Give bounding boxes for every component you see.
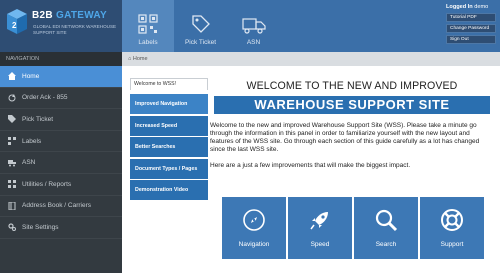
cube-logo-icon: 2 xyxy=(7,9,27,34)
sidebar-item-pick-ticket[interactable]: Pick Ticket xyxy=(0,109,122,131)
sidebar-item-label: ASN xyxy=(22,159,36,167)
home-icon xyxy=(8,72,16,81)
sidebar-item-label: Pick Ticket xyxy=(22,115,54,123)
sidebar-item-label: Home xyxy=(22,72,40,80)
tag-icon xyxy=(191,15,210,33)
breadcrumb: ⌂ Home xyxy=(122,52,500,66)
sidebar: NAVIGATION Home Order Ack - 855 Pick Tic… xyxy=(0,52,122,273)
username: demo xyxy=(474,4,489,10)
tile-support-label: Support xyxy=(440,241,464,248)
topnav-asn[interactable]: ASN xyxy=(227,0,280,52)
tile-support[interactable]: Support xyxy=(420,197,484,259)
sidebar-item-labels[interactable]: Labels xyxy=(0,131,122,153)
feature-tiles: Navigation Speed Search Support xyxy=(222,197,484,259)
sidebar-item-asn[interactable]: ASN xyxy=(0,152,122,174)
search-icon xyxy=(375,209,398,232)
welcome-main: WELCOME TO THE NEW AND IMPROVED WAREHOUS… xyxy=(210,80,494,170)
truck-icon xyxy=(241,18,266,34)
sidebar-item-label: Order Ack - 855 xyxy=(22,94,68,102)
welcome-heading: WELCOME TO THE NEW AND IMPROVED xyxy=(246,80,458,92)
topnav-labels-label: Labels xyxy=(138,39,158,46)
topnav-asn-label: ASN xyxy=(246,39,261,46)
tab-improved-navigation[interactable]: Improved Navigation xyxy=(130,94,208,114)
sidebar-header: NAVIGATION xyxy=(0,52,122,66)
tab-document-types[interactable]: Document Types / Pages xyxy=(130,158,208,179)
tile-search[interactable]: Search xyxy=(354,197,418,259)
sidebar-item-home[interactable]: Home xyxy=(0,66,122,88)
topnav-pick-ticket-label: Pick Ticket xyxy=(184,39,217,46)
tile-speed-label: Speed xyxy=(310,241,330,248)
brand-tagline: GLOBAL EDI NETWORK WAREHOUSE SUPPORT SIT… xyxy=(33,24,117,35)
svg-text:2: 2 xyxy=(12,21,17,30)
topnav-labels[interactable]: Labels xyxy=(122,0,174,52)
gears-icon xyxy=(8,223,16,232)
lifebuoy-icon xyxy=(441,209,463,231)
sidebar-item-address-book[interactable]: Address Book / Carriers xyxy=(0,196,122,218)
topnav-pick-ticket[interactable]: Pick Ticket xyxy=(174,0,227,52)
tab-better-searches[interactable]: Better Searches xyxy=(130,137,208,157)
sidebar-item-label: Labels xyxy=(22,137,42,145)
welcome-intro: Welcome to the new and improved Warehous… xyxy=(210,122,480,153)
guide-tabs: Improved Navigation Increased Speed Bett… xyxy=(130,94,208,202)
truck-icon xyxy=(8,159,16,167)
brand-name: B2B GATEWAY xyxy=(32,10,107,21)
barcode-icon xyxy=(8,137,16,146)
welcome-banner: WAREHOUSE SUPPORT SITE xyxy=(214,96,490,114)
sidebar-item-label: Site Settings xyxy=(22,223,59,231)
logged-in-label: Logged In xyxy=(446,4,473,10)
welcome-improvements: Here are a just a few improvements that … xyxy=(210,162,411,169)
sidebar-item-label: Address Book / Carriers xyxy=(22,202,91,210)
barcode-icon xyxy=(138,14,158,34)
grid-icon xyxy=(8,180,16,189)
sign-out-button[interactable]: Sign Out xyxy=(446,35,496,44)
welcome-tab[interactable]: Welcome to WSS! xyxy=(130,78,208,90)
sidebar-item-site-settings[interactable]: Site Settings xyxy=(0,217,122,239)
brand-name-part1: B2B xyxy=(32,10,53,21)
compass-icon xyxy=(243,209,265,231)
brand-name-part2: GATEWAY xyxy=(56,10,107,21)
brand-logo[interactable]: 2 B2B GATEWAY GLOBAL EDI NETWORK WAREHOU… xyxy=(0,0,122,52)
sidebar-item-order-ack[interactable]: Order Ack - 855 xyxy=(0,88,122,110)
refresh-icon xyxy=(8,93,16,102)
content-panel: Welcome to WSS! Improved Navigation Incr… xyxy=(122,66,500,273)
tab-demonstration-video[interactable]: Demonstration Video xyxy=(130,180,208,200)
change-password-button[interactable]: Change Password xyxy=(446,24,496,33)
sidebar-item-utilities-reports[interactable]: Utilities / Reports xyxy=(0,174,122,196)
rocket-icon xyxy=(310,212,328,230)
tile-navigation-label: Navigation xyxy=(238,241,270,248)
home-icon[interactable]: ⌂ xyxy=(128,56,131,62)
user-panel: Logged In demo Tutorial PDF Change Passw… xyxy=(446,4,496,46)
sidebar-item-label: Utilities / Reports xyxy=(22,180,72,188)
tab-increased-speed[interactable]: Increased Speed xyxy=(130,115,208,136)
tag-icon xyxy=(8,115,16,124)
tile-speed[interactable]: Speed xyxy=(288,197,352,259)
top-bar: 2 B2B GATEWAY GLOBAL EDI NETWORK WAREHOU… xyxy=(0,0,500,52)
tutorial-pdf-button[interactable]: Tutorial PDF xyxy=(446,13,496,22)
tile-navigation[interactable]: Navigation xyxy=(222,197,286,259)
tile-search-label: Search xyxy=(375,241,397,248)
book-icon xyxy=(8,201,16,210)
logged-in-status: Logged In demo xyxy=(446,4,496,10)
breadcrumb-home[interactable]: Home xyxy=(133,56,148,62)
